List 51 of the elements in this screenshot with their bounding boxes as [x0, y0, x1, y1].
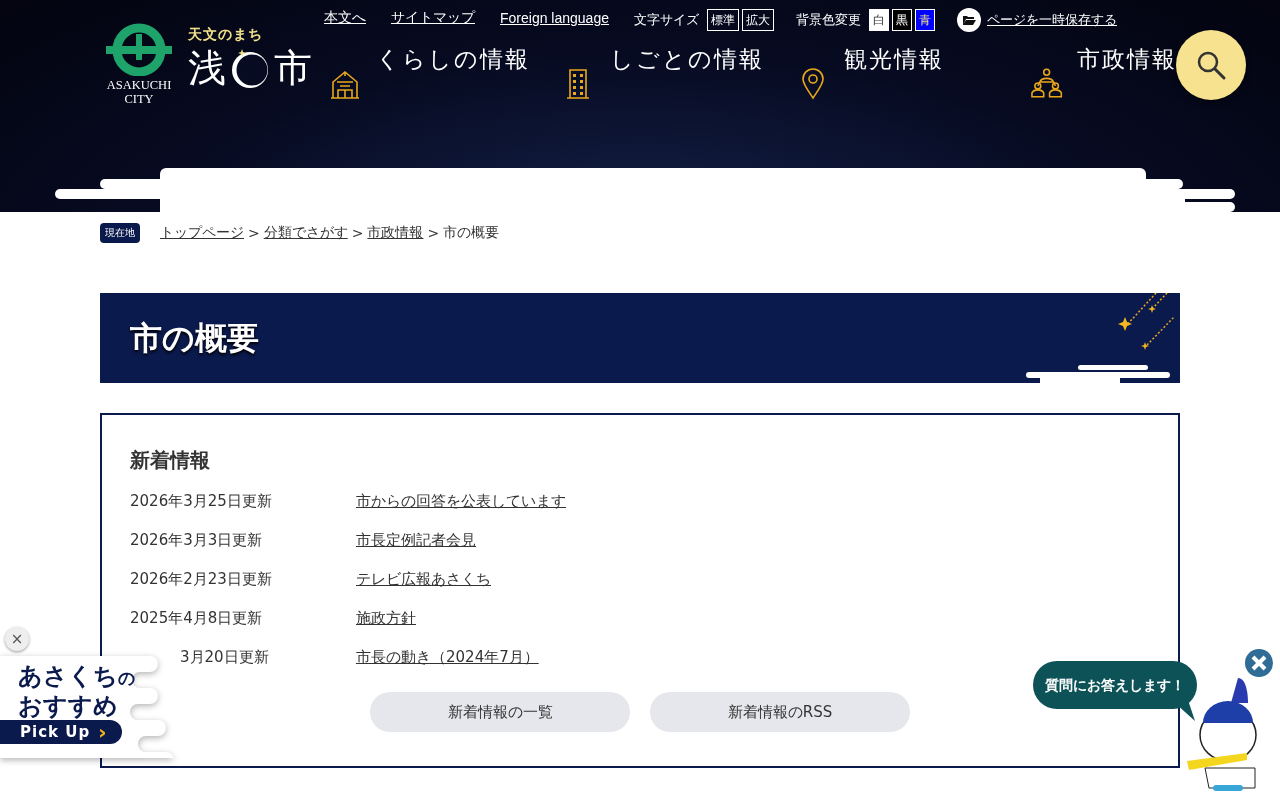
news-link[interactable]: 市長定例記者会見	[356, 531, 476, 549]
breadcrumb-link[interactable]: 市政情報	[367, 224, 424, 242]
font-size-button[interactable]: 標準	[707, 9, 739, 31]
close-icon[interactable]	[1244, 648, 1274, 678]
news-link[interactable]: 市長の動き（2024年7月）	[356, 648, 539, 666]
breadcrumb-separator: >	[427, 225, 440, 241]
people-icon	[1030, 66, 1064, 100]
shooting-stars-drawing	[1118, 293, 1175, 350]
news-button[interactable]: 新着情報の一覧	[370, 692, 630, 732]
news-date: 2026年3月3日更新	[130, 531, 264, 550]
pickup-button[interactable]: Pick Up ›	[0, 720, 122, 744]
logo-english-name: ASAKUCHI CITY	[106, 78, 172, 106]
logo-text: 市	[274, 46, 312, 90]
chat-bubble[interactable]: 質問にお答えします！	[1033, 661, 1197, 709]
breadcrumb-separator: >	[248, 225, 260, 241]
save-page-link[interactable]: ページを一時保存する	[987, 11, 1117, 29]
nav-link[interactable]: 観光情報	[844, 42, 1004, 76]
news-link[interactable]: 施政方針	[356, 609, 416, 627]
section-heading: 新着情報	[130, 447, 211, 473]
nav-link[interactable]: くらしの情報	[376, 42, 536, 76]
page-title: 市の概要	[130, 318, 259, 359]
news-date: 2025年4月8日更新	[130, 609, 264, 628]
font-size-label: 文字サイズ	[634, 11, 699, 29]
close-button[interactable]: ×	[5, 627, 29, 651]
news-link[interactable]: 市からの回答を公表しています	[356, 492, 566, 510]
news-date: 2026年2月23日更新	[130, 570, 273, 589]
folder-icon	[957, 8, 981, 32]
news-link[interactable]: テレビ広報あさくち	[356, 570, 491, 588]
logo-tagline: 天文のまち	[188, 26, 264, 44]
nav-link[interactable]: 市政情報	[1077, 42, 1180, 76]
utility-link[interactable]: サイトマップ	[391, 9, 475, 27]
background-color-button[interactable]: 黒	[892, 9, 912, 31]
news-date: 3月20日更新	[179, 648, 270, 667]
background-color-button[interactable]: 青	[915, 9, 935, 31]
background-color-button[interactable]: 白	[869, 9, 889, 31]
utility-link[interactable]: 本文へ	[324, 9, 366, 27]
news-button[interactable]: 新着情報のRSS	[650, 692, 910, 732]
banner-title: あさくちの	[18, 662, 135, 692]
banner-title: おすすめ	[18, 692, 119, 720]
font-size-button[interactable]: 拡大	[742, 9, 774, 31]
background-color-label: 背景色変更	[796, 11, 861, 29]
location-badge: 現在地	[100, 223, 140, 243]
breadcrumb-link[interactable]: 分類でさがす	[263, 224, 348, 242]
nav-link[interactable]: しごとの情報	[610, 42, 770, 76]
utility-link[interactable]: Foreign language	[500, 10, 609, 26]
logo-text: 浅	[188, 46, 226, 90]
breadcrumb-link[interactable]: トップページ	[160, 224, 244, 242]
breadcrumb-separator: >	[351, 225, 364, 241]
news-date: 2026年3月25日更新	[130, 492, 273, 511]
search-icon	[1195, 49, 1227, 81]
breadcrumb-current: 市の概要	[443, 224, 500, 242]
